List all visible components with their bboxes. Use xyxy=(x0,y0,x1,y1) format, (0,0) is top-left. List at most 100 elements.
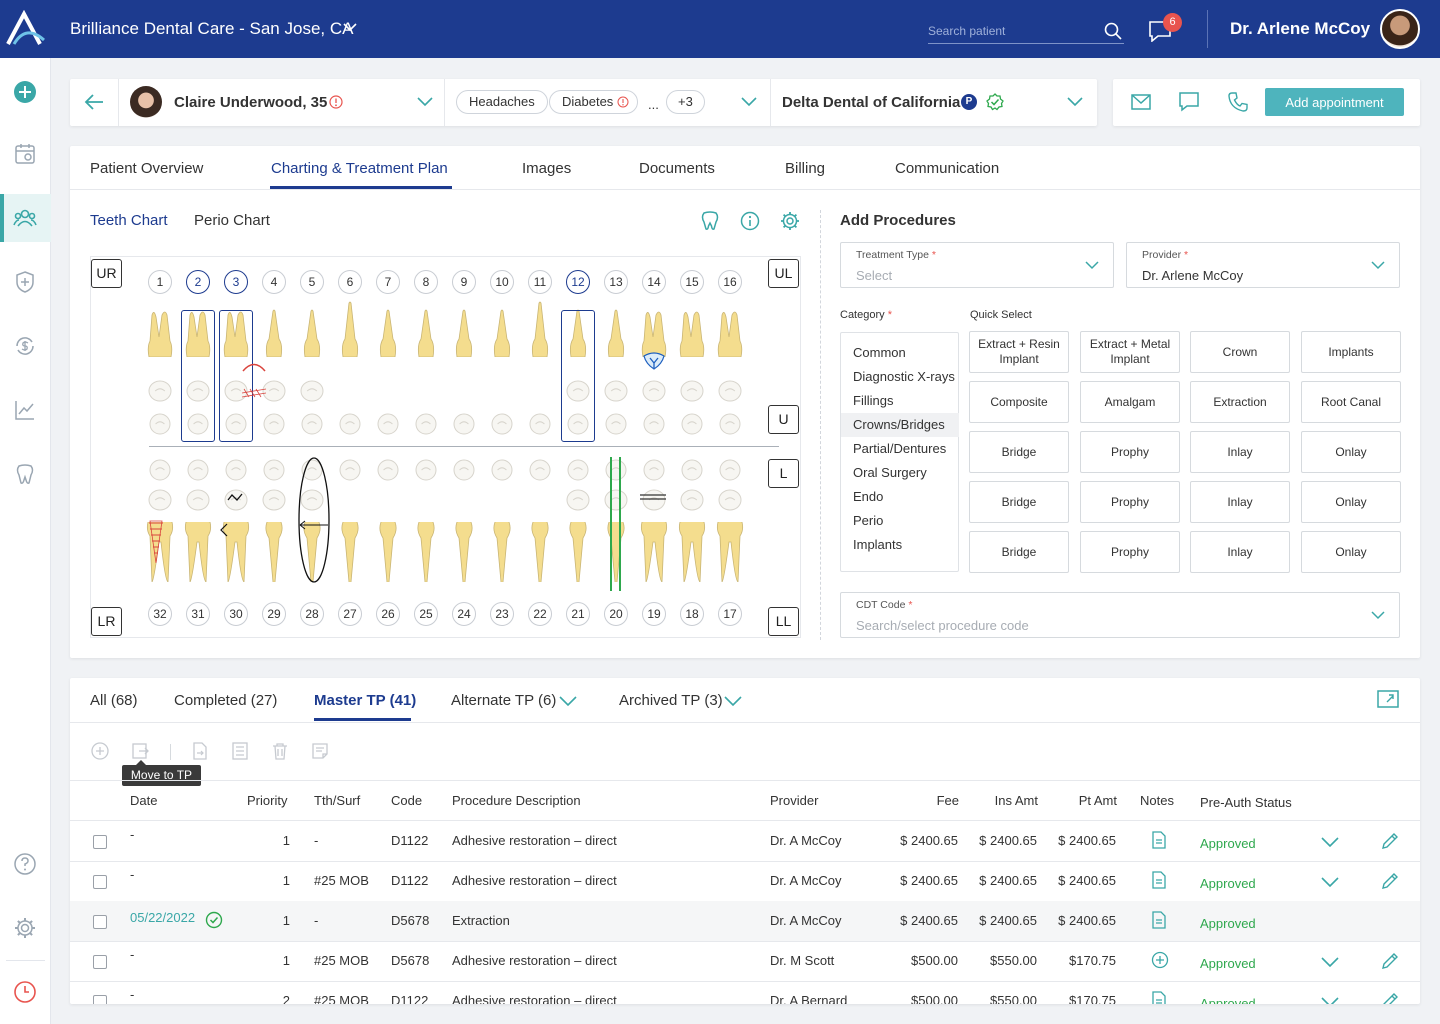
quick-select-button[interactable]: Root Canal xyxy=(1301,381,1401,423)
tab-completed[interactable]: Completed (27) xyxy=(174,692,277,709)
tooth-number-32[interactable]: 32 xyxy=(148,602,172,626)
sms-icon[interactable] xyxy=(1179,92,1199,112)
row-checkbox[interactable] xyxy=(93,835,107,849)
treatment-type-select[interactable]: Treatment Type * Select xyxy=(840,242,1114,288)
column-header-tooth-surface[interactable]: Tth/Surf xyxy=(314,793,360,808)
tooth-27[interactable] xyxy=(340,522,360,582)
quadrant-upper-button[interactable]: U xyxy=(768,405,799,434)
add-circle-icon[interactable] xyxy=(91,742,109,760)
category-item[interactable]: Implants xyxy=(841,533,959,557)
calculator-icon[interactable] xyxy=(231,742,249,760)
tab-communication[interactable]: Communication xyxy=(895,160,999,177)
tooth-26[interactable] xyxy=(378,522,398,582)
tooth-13[interactable] xyxy=(606,309,626,357)
chevron-down-icon[interactable] xyxy=(741,97,757,107)
add-appointment-button[interactable]: Add appointment xyxy=(1265,88,1404,116)
tooth-22[interactable] xyxy=(530,522,550,582)
add-icon[interactable] xyxy=(13,80,37,104)
settings-gear-icon[interactable] xyxy=(13,916,37,940)
tab-master-tp[interactable]: Master TP (41) xyxy=(314,692,416,709)
tooth-11[interactable] xyxy=(530,301,550,357)
quick-select-button[interactable]: Extraction xyxy=(1190,381,1290,423)
tab-patient-overview[interactable]: Patient Overview xyxy=(90,160,203,177)
add-note-icon[interactable] xyxy=(1151,951,1169,969)
column-header-code[interactable]: Code xyxy=(391,793,422,808)
billing-cycle-icon[interactable] xyxy=(13,334,37,358)
tooth-number-17[interactable]: 17 xyxy=(718,602,742,626)
export-document-icon[interactable] xyxy=(191,742,209,760)
row-checkbox[interactable] xyxy=(93,995,107,1004)
patient-name[interactable]: Claire Underwood, 35 xyxy=(174,94,327,111)
tooth-19[interactable] xyxy=(640,522,668,582)
row-checkbox[interactable] xyxy=(93,955,107,969)
patient-avatar[interactable] xyxy=(130,86,162,118)
column-header-pt-amt[interactable]: Pt Amt xyxy=(1079,793,1117,808)
current-user-name[interactable]: Dr. Arlene McCoy xyxy=(1230,19,1370,39)
table-row[interactable]: - 2 #25 MOB D1122 Adhesive restoration – dir… xyxy=(70,981,1420,1004)
tooth-6[interactable] xyxy=(340,301,360,357)
table-row[interactable]: - 1 #25 MOB D1122 Adhesive restoration – dir… xyxy=(70,861,1420,901)
tooth-25[interactable] xyxy=(416,522,436,582)
quick-select-button[interactable]: Composite xyxy=(969,381,1069,423)
note-icon[interactable] xyxy=(311,742,329,760)
tooth-number-27[interactable]: 27 xyxy=(338,602,362,626)
tooth-number-3[interactable]: 3 xyxy=(224,270,248,294)
note-document-icon[interactable] xyxy=(1151,871,1167,889)
row-checkbox[interactable] xyxy=(93,915,107,929)
more-conditions-chip[interactable]: +3 xyxy=(666,90,705,114)
category-item[interactable]: Perio xyxy=(841,509,959,533)
alert-info-icon[interactable] xyxy=(329,95,343,109)
chevron-down-icon[interactable] xyxy=(1321,877,1339,887)
category-item[interactable]: Oral Surgery xyxy=(841,461,959,485)
quick-select-button[interactable]: Inlay xyxy=(1190,531,1290,573)
tooth-number-13[interactable]: 13 xyxy=(604,270,628,294)
table-row[interactable]: 05/22/2022 1 - D5678 Extraction Dr. A McCoy $ … xyxy=(70,901,1420,941)
tooth-5[interactable] xyxy=(302,309,322,357)
tooth-number-6[interactable]: 6 xyxy=(338,270,362,294)
trash-icon[interactable] xyxy=(271,742,289,760)
quadrant-ur-button[interactable]: UR xyxy=(91,259,122,288)
schedule-icon[interactable] xyxy=(13,142,37,166)
app-logo-icon[interactable] xyxy=(4,10,48,46)
quick-select-button[interactable]: Bridge xyxy=(969,531,1069,573)
quick-select-button[interactable]: Implants xyxy=(1301,331,1401,373)
tooth-number-11[interactable]: 11 xyxy=(528,270,552,294)
quick-select-button[interactable]: Crown xyxy=(1190,331,1290,373)
search-icon[interactable] xyxy=(1104,22,1122,40)
column-header-priority[interactable]: Priority xyxy=(247,793,287,808)
tooth-number-29[interactable]: 29 xyxy=(262,602,286,626)
tab-archived-tp[interactable]: Archived TP (3) xyxy=(619,692,723,709)
quick-select-button[interactable]: Onlay xyxy=(1301,481,1401,523)
tooth-number-30[interactable]: 30 xyxy=(224,602,248,626)
tooth-number-16[interactable]: 16 xyxy=(718,270,742,294)
tooth-number-7[interactable]: 7 xyxy=(376,270,400,294)
clinic-name[interactable]: Brilliance Dental Care - San Jose, CA xyxy=(70,19,353,39)
tooth-9[interactable] xyxy=(454,309,474,357)
clock-icon[interactable] xyxy=(13,980,37,1004)
tooth-14[interactable] xyxy=(641,309,667,357)
help-icon[interactable] xyxy=(13,852,37,876)
tooth-number-18[interactable]: 18 xyxy=(680,602,704,626)
category-item[interactable]: Partial/Dentures xyxy=(841,437,959,461)
phone-icon[interactable] xyxy=(1228,92,1248,112)
tab-all[interactable]: All (68) xyxy=(90,692,138,709)
cdt-code-select[interactable]: CDT Code * Search/select procedure code xyxy=(840,592,1400,638)
tooth-16[interactable] xyxy=(717,309,743,357)
user-avatar[interactable] xyxy=(1380,9,1420,49)
tooth-29[interactable] xyxy=(264,522,284,582)
chevron-down-icon[interactable] xyxy=(343,22,357,32)
edit-pencil-icon[interactable] xyxy=(1381,952,1399,970)
tooth-number-9[interactable]: 9 xyxy=(452,270,476,294)
selected-tooth-frame[interactable] xyxy=(181,310,215,442)
chevron-down-icon[interactable] xyxy=(559,696,577,706)
tooth-number-14[interactable]: 14 xyxy=(642,270,666,294)
note-document-icon[interactable] xyxy=(1151,911,1167,929)
back-arrow-icon[interactable] xyxy=(84,93,104,111)
tooth-number-4[interactable]: 4 xyxy=(262,270,286,294)
column-header-fee[interactable]: Fee xyxy=(937,793,959,808)
edit-pencil-icon[interactable] xyxy=(1381,832,1399,850)
category-item[interactable]: Crowns/Bridges xyxy=(841,413,959,437)
quick-select-button[interactable]: Onlay xyxy=(1301,431,1401,473)
tooth-18[interactable] xyxy=(678,522,706,582)
provider-select[interactable]: Provider * Dr. Arlene McCoy xyxy=(1126,242,1400,288)
